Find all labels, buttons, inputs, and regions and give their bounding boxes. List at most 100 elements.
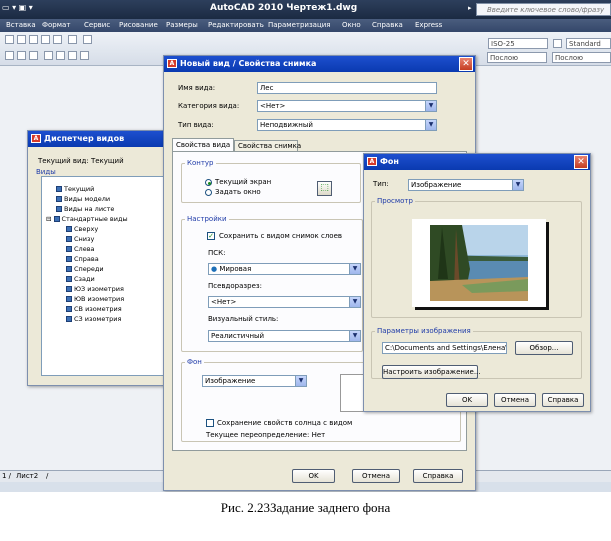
define-window-button[interactable]: ⬚ [317,181,332,196]
tree-item-model-views[interactable]: Виды модели [56,195,110,203]
ucs-select[interactable]: ● Мировая ▼ [208,263,361,275]
background-titlebar[interactable]: A Фон ✕ [364,154,590,170]
background-type-dropdown-value: Изображение [411,181,462,189]
new-view-titlebar[interactable]: A Новый вид / Свойства снимка ✕ [164,56,475,72]
save-sun-checkbox[interactable] [206,419,214,427]
ucs-label: ПСК: [208,249,226,257]
help-button[interactable]: Справка [413,469,463,483]
view-name-input[interactable]: Лес [257,82,437,94]
radio-current-display[interactable] [205,179,212,186]
table-style-box[interactable]: Standard [566,38,611,49]
iso-view-icon [66,286,72,292]
tree-item-top[interactable]: Сверху [66,225,98,233]
copy-icon[interactable] [29,35,38,44]
layer-color-icon[interactable] [80,51,89,60]
layer-properties-icon[interactable] [5,51,14,60]
view-manager-titlebar[interactable]: A Диспетчер видов [28,131,166,147]
tab-shot-properties[interactable]: Свойства снимка [234,140,301,151]
cut-icon[interactable] [17,35,26,44]
tree-item-preset-views[interactable]: ⊟ Стандартные виды [46,215,128,223]
chevron-down-icon: ▼ [349,297,360,307]
tree-item-nw-iso[interactable]: СЗ изометрия [66,315,121,323]
tree-item-sw-iso[interactable]: ЮЗ изометрия [66,285,124,293]
tree-item-back[interactable]: Сзади [66,275,95,283]
linetype-box[interactable]: Послою [487,52,547,63]
browse-button[interactable]: Обзор... [515,341,573,355]
menu-modify[interactable]: Редактировать [208,21,264,29]
background-cancel-button[interactable]: Отмена [494,393,536,407]
menu-window[interactable]: Окно [342,21,361,29]
tree-item-layout-views[interactable]: Виды на листе [56,205,114,213]
autocad-app-icon: A [31,134,41,143]
layer-previous-icon[interactable] [29,51,38,60]
menu-draw[interactable]: Рисование [119,21,158,29]
camera-icon [56,186,62,192]
category-select[interactable]: <Нет> ▼ [257,100,437,112]
visual-style-value: Реалистичный [211,332,265,340]
menu-format[interactable]: Формат [42,21,70,29]
live-section-label: Псевдоразрез: [208,282,262,290]
new-icon[interactable] [5,35,14,44]
tree-item-label: СЗ изометрия [74,315,122,323]
tab-view-properties[interactable]: Свойства вида [172,138,234,151]
table-style-icon[interactable] [553,39,562,48]
background-type-select[interactable]: Изображение ▼ [202,375,307,387]
visual-style-select[interactable]: Реалистичный ▼ [208,330,361,342]
layer-sun-icon[interactable] [56,51,65,60]
background-type-dropdown[interactable]: Изображение ▼ [408,179,524,191]
menu-tools[interactable]: Сервис [84,21,110,29]
paste-icon[interactable] [41,35,50,44]
menu-parametric[interactable]: Параметризация [268,21,330,29]
autocad-app-icon: A [367,157,377,166]
tree-item-right[interactable]: Справа [66,255,99,263]
layer-lock-icon[interactable] [68,51,77,60]
adjust-image-button[interactable]: Настроить изображение... [382,365,481,379]
view-type-value: Неподвижный [260,121,313,129]
layout-views-icon [56,206,62,212]
tree-item-bottom[interactable]: Снизу [66,235,94,243]
search-arrow-icon[interactable]: ▸ [468,4,472,12]
menu-help[interactable]: Справка [372,21,403,29]
close-icon[interactable]: ✕ [459,57,473,71]
background-title: Фон [380,157,399,166]
dim-style-box[interactable]: ISO-25 [488,38,548,49]
menu-dimension[interactable]: Размеры [166,21,198,29]
radio-define-window[interactable] [205,189,212,196]
tree-item-left[interactable]: Слева [66,245,95,253]
ok-button[interactable]: OK [292,469,335,483]
help-search-input[interactable]: Введите ключевое слово/фразу [476,3,611,16]
redo-icon[interactable] [83,35,92,44]
menu-insert[interactable]: Вставка [6,21,36,29]
cancel-button[interactable]: Отмена [352,469,400,483]
undo-icon[interactable] [68,35,77,44]
tree-item-current[interactable]: Текущий [56,185,94,193]
view-cube-icon [66,246,72,252]
image-path-field[interactable]: C:\Documents and Settings\Елена\Мо [382,342,507,354]
tab-layout2[interactable]: Лист2 [16,472,38,480]
tree-item-label: ЮЗ изометрия [74,285,124,293]
tree-item-se-iso[interactable]: ЮВ изометрия [66,295,124,303]
tab-separator-end: / [46,472,49,480]
tree-item-label: СВ изометрия [74,305,122,313]
tree-item-front[interactable]: Спереди [66,265,104,273]
view-type-select[interactable]: Неподвижный ▼ [257,119,437,131]
tree-item-label: Сверху [74,225,99,233]
chevron-down-icon: ▼ [349,264,360,274]
tree-item-label: Спереди [74,265,104,273]
background-help-button[interactable]: Справка [542,393,584,407]
background-ok-button[interactable]: OK [446,393,488,407]
quick-access-toolbar[interactable]: ▭ ▾ ▣ ▾ [2,3,33,12]
current-override-label: Текущее переопределение: Нет [206,431,326,439]
layer-state-icon[interactable] [17,51,26,60]
close-icon[interactable]: ✕ [574,155,588,169]
layer-bulb-icon[interactable] [44,51,53,60]
menu-express[interactable]: Express [415,21,442,29]
lineweight-box[interactable]: Послою [552,52,611,63]
iso-view-icon [66,296,72,302]
tree-item-ne-iso[interactable]: СВ изометрия [66,305,122,313]
live-section-select[interactable]: <Нет> ▼ [208,296,361,308]
match-properties-icon[interactable] [53,35,62,44]
current-view-label: Текущий вид: Текущий [38,157,124,165]
save-layer-snapshot-checkbox[interactable]: ✓ [207,232,215,240]
autocad-app-icon: A [167,59,177,68]
